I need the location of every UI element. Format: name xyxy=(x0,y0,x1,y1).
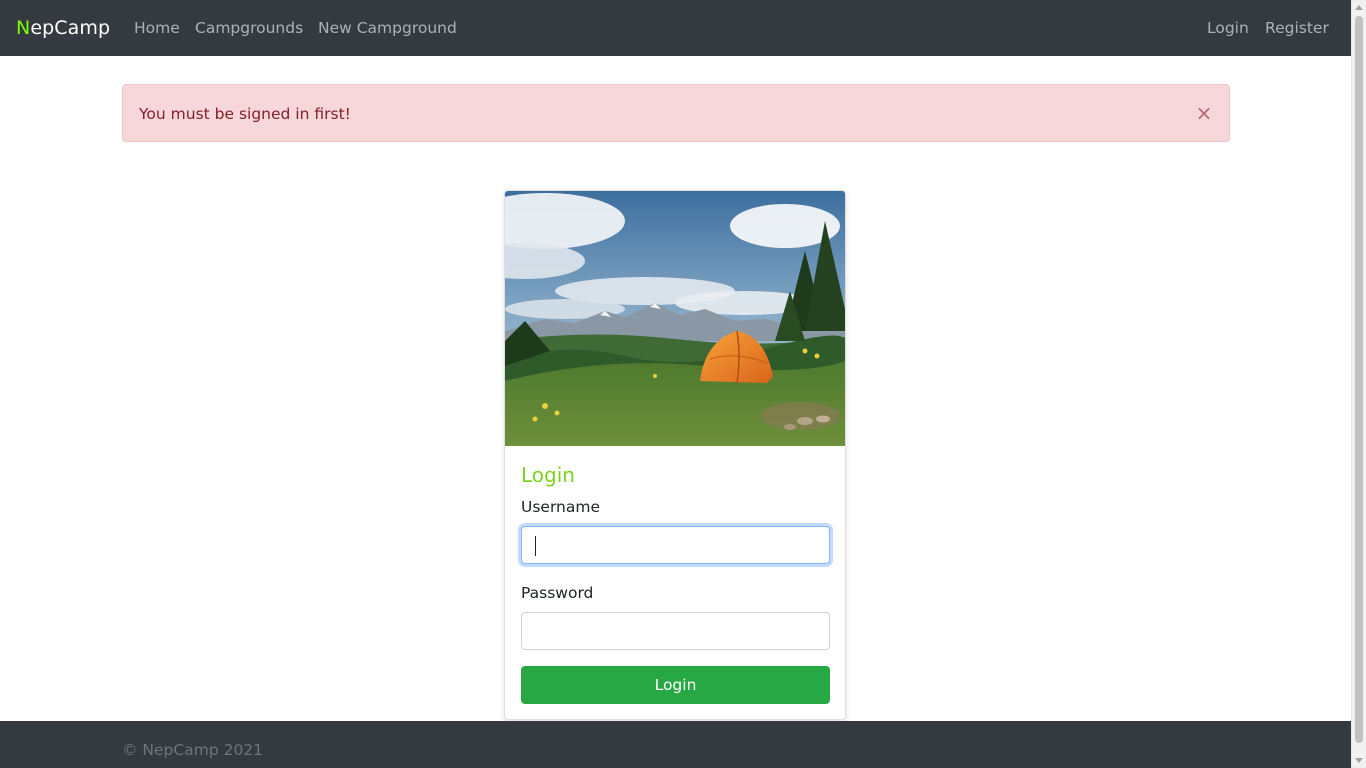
error-alert: You must be signed in first! × xyxy=(122,84,1230,142)
scroll-up-arrow-icon[interactable] xyxy=(1355,5,1363,10)
username-input[interactable] xyxy=(521,526,830,564)
scroll-down-arrow-icon[interactable] xyxy=(1355,758,1363,763)
scrollbar-thumb[interactable] xyxy=(1355,16,1363,743)
password-label: Password xyxy=(521,584,594,602)
password-input[interactable] xyxy=(521,612,830,650)
login-title: Login xyxy=(521,463,575,487)
brand-logo[interactable]: NepCamp xyxy=(16,15,110,41)
login-card: Login Username Password Login xyxy=(504,190,846,720)
alert-message: You must be signed in first! xyxy=(139,105,351,123)
nav-link-new-campground[interactable]: New Campground xyxy=(318,17,457,39)
nav-link-home[interactable]: Home xyxy=(134,17,180,39)
close-icon[interactable]: × xyxy=(1195,101,1213,125)
vertical-scrollbar[interactable] xyxy=(1351,0,1366,768)
footer: © NepCamp 2021 xyxy=(0,721,1351,768)
campground-tent-photo xyxy=(505,191,845,446)
page: NepCamp Home Campgrounds New Campground … xyxy=(0,0,1351,768)
nav-link-login[interactable]: Login xyxy=(1207,17,1249,39)
nav-link-campgrounds[interactable]: Campgrounds xyxy=(195,17,303,39)
top-navbar: NepCamp Home Campgrounds New Campground … xyxy=(0,0,1351,56)
username-label: Username xyxy=(521,498,601,516)
brand-name: epCamp xyxy=(30,17,111,39)
copyright-text: © NepCamp 2021 xyxy=(122,741,264,759)
login-button[interactable]: Login xyxy=(521,666,830,704)
text-caret xyxy=(535,536,536,556)
brand-initial: N xyxy=(16,17,31,39)
nav-link-register[interactable]: Register xyxy=(1265,17,1329,39)
